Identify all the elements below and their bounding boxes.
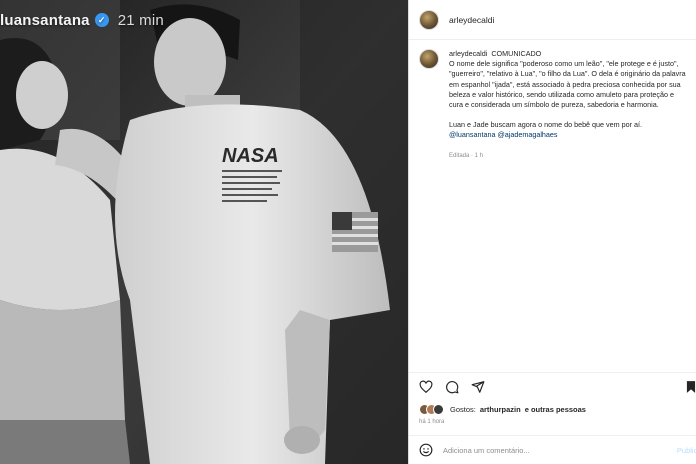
avatar[interactable] — [419, 9, 439, 30]
story-label[interactable]: luansantana ✓ 21 min — [0, 8, 164, 32]
post-timestamp: há 1 hora — [419, 419, 445, 425]
story-username[interactable]: luansantana — [0, 12, 90, 29]
liker-avatars — [419, 404, 446, 415]
photo-illustration: NASA — [0, 0, 408, 464]
comment-row — [419, 443, 623, 457]
edited-label: Editada · 1 h — [449, 152, 484, 159]
caption-avatar[interactable] — [419, 49, 439, 69]
mention-link[interactable]: @ajademagalhaes — [497, 130, 557, 139]
svg-text:NASA: NASA — [222, 145, 279, 167]
likes-row: Gostos: arthurpazin e outras pessoas — [419, 404, 586, 415]
divider — [409, 372, 696, 373]
heart-icon[interactable] — [419, 380, 433, 394]
post-header: arleydecaldi — [409, 0, 696, 40]
caption-paragraph-2: Luan e Jade buscam agora o nome do bebê … — [449, 120, 642, 130]
author-username[interactable]: arleydecaldi — [449, 15, 494, 25]
mention-link[interactable]: @luansantana — [449, 130, 495, 139]
likes-prefix: Gostos: — [450, 405, 476, 414]
likes-suffix[interactable]: e outras pessoas — [525, 405, 586, 414]
verified-badge-icon: ✓ — [94, 13, 109, 27]
caption-body: arleydecaldi COMUNICADO O nome dele sign… — [449, 49, 686, 161]
avatar — [433, 404, 444, 415]
caption-author[interactable]: arleydecaldi — [449, 49, 487, 58]
publish-button[interactable]: Publicar — [677, 446, 696, 455]
share-icon[interactable] — [471, 380, 485, 394]
divider — [409, 435, 696, 436]
comment-icon[interactable] — [445, 380, 459, 394]
comment-input[interactable] — [443, 445, 623, 455]
likes-user[interactable]: arthurpazin — [480, 405, 521, 414]
bookmark-icon[interactable] — [684, 380, 696, 394]
post-panel: arleydecaldi arleydecaldi COMUNICADO O n… — [408, 0, 696, 464]
caption-paragraph-1: O nome dele significa "poderoso como um … — [449, 59, 686, 110]
story-time: 21 min — [117, 11, 164, 29]
caption-block: arleydecaldi COMUNICADO O nome dele sign… — [409, 40, 696, 161]
post-photo[interactable]: NASA luansantana ✓ 21 min — [0, 0, 408, 464]
emoji-icon[interactable] — [419, 443, 433, 457]
caption-title: COMUNICADO — [491, 49, 542, 58]
action-bar — [419, 380, 485, 394]
